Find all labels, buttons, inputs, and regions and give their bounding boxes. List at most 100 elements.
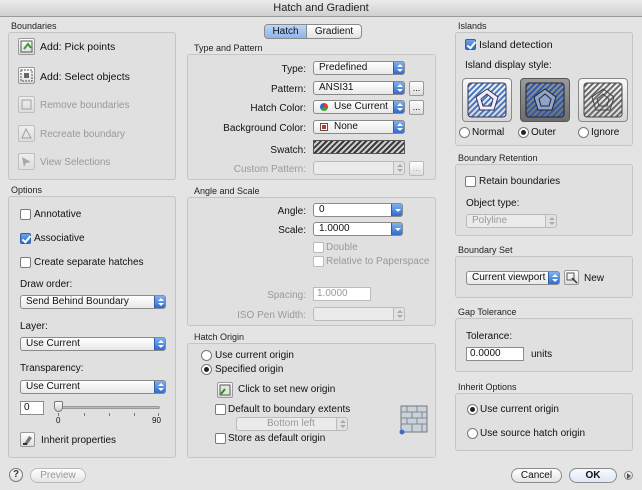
relative-paperspace-label: Relative to Paperspace	[326, 256, 430, 267]
background-color-select[interactable]: None	[313, 120, 405, 134]
gap-tolerance-title: Gap Tolerance	[458, 307, 517, 317]
chevron-updown-icon	[548, 272, 559, 284]
recreate-boundary-icon	[18, 125, 35, 142]
store-default-origin-label: Store as default origin	[228, 433, 326, 444]
island-outer-radio[interactable]	[518, 127, 529, 138]
remove-boundaries-icon	[18, 96, 35, 113]
options-title: Options	[11, 185, 43, 195]
object-type-select[interactable]: Polyline	[466, 214, 557, 228]
island-ignore-radio[interactable]	[578, 127, 589, 138]
boundary-set-select[interactable]: Current viewport	[466, 271, 560, 285]
slider-max-label: 90	[152, 416, 161, 425]
island-detection-checkbox[interactable]	[465, 39, 476, 50]
chevron-updown-icon	[545, 215, 556, 227]
color-wheel-icon	[320, 103, 328, 111]
hatch-color-browse-button[interactable]: ...	[409, 100, 424, 115]
default-boundary-extents-checkbox[interactable]	[215, 404, 226, 415]
spacing-input[interactable]: 1.0000	[313, 287, 371, 301]
slider-tick	[134, 413, 135, 416]
type-select[interactable]: Predefined	[313, 61, 405, 75]
islands-title: Islands	[458, 21, 487, 31]
hatch-color-select[interactable]: Use Current	[313, 100, 405, 114]
boundary-retention-title: Boundary Retention	[458, 153, 538, 163]
inherit-options-title: Inherit Options	[458, 382, 517, 392]
gap-tolerance-group	[455, 318, 633, 372]
ok-button[interactable]: OK	[569, 468, 617, 483]
annotative-checkbox[interactable]	[20, 209, 31, 220]
chevron-updown-icon	[393, 162, 404, 174]
transparency-slider-thumb[interactable]	[54, 401, 63, 412]
default-boundary-extents-label: Default to boundary extents	[228, 404, 351, 415]
tab-hatch[interactable]: Hatch	[265, 25, 306, 38]
slider-tick	[109, 413, 110, 416]
separate-hatches-checkbox[interactable]	[20, 257, 31, 268]
chevron-updown-icon	[154, 381, 165, 393]
scale-label: Scale:	[278, 225, 306, 236]
pattern-select[interactable]: ANSI31	[313, 81, 405, 95]
window-title: Hatch and Gradient	[0, 0, 642, 17]
help-button[interactable]: ?	[9, 468, 23, 482]
tolerance-input[interactable]: 0.0000	[466, 347, 524, 361]
scale-combobox[interactable]: 1.0000	[313, 222, 403, 236]
expand-toggle[interactable]	[624, 471, 633, 480]
island-normal-icon	[467, 82, 507, 118]
transparency-label: Transparency:	[20, 363, 84, 374]
pattern-browse-button[interactable]: ...	[409, 81, 424, 96]
hatch-color-label: Hatch Color:	[250, 103, 306, 114]
associative-checkbox[interactable]	[20, 233, 31, 244]
type-pattern-title: Type and Pattern	[194, 43, 263, 53]
use-current-origin-label: Use current origin	[215, 350, 294, 361]
retain-boundaries-checkbox[interactable]	[465, 176, 476, 187]
background-color-label: Background Color:	[223, 123, 306, 134]
slider-min-label: 0	[56, 416, 61, 425]
double-checkbox[interactable]	[313, 242, 324, 253]
island-style-label: Island display style:	[465, 60, 552, 71]
tab-gradient[interactable]: Gradient	[307, 25, 361, 38]
separate-hatches-label: Create separate hatches	[34, 257, 144, 268]
new-boundary-set-icon	[564, 270, 579, 285]
transparency-slider-track[interactable]	[55, 406, 160, 409]
island-normal-radio[interactable]	[459, 127, 470, 138]
chevron-updown-icon	[154, 338, 165, 350]
inherit-use-current-origin-radio[interactable]	[467, 404, 478, 415]
double-label: Double	[326, 242, 358, 253]
origin-brick-preview-icon	[399, 404, 429, 436]
object-type-label: Object type:	[466, 198, 520, 209]
chevron-updown-icon	[393, 62, 404, 74]
origin-position-select[interactable]: Bottom left	[236, 417, 348, 431]
cancel-button[interactable]: Cancel	[511, 468, 562, 483]
angle-combobox[interactable]: 0	[313, 203, 403, 217]
island-ignore-button[interactable]	[578, 78, 628, 122]
store-default-origin-checkbox[interactable]	[215, 433, 226, 444]
layer-select[interactable]: Use Current	[20, 337, 166, 351]
chevron-updown-icon	[393, 82, 404, 94]
draw-order-select[interactable]: Send Behind Boundary	[20, 295, 166, 309]
inherit-use-source-origin-radio[interactable]	[467, 428, 478, 439]
preview-button[interactable]: Preview	[30, 468, 86, 483]
annotative-label: Annotative	[34, 209, 82, 220]
island-normal-label: Normal	[472, 127, 505, 138]
inherit-use-current-origin-label: Use current origin	[480, 404, 559, 415]
island-detection-label: Island detection	[479, 39, 553, 51]
chevron-updown-icon	[336, 418, 347, 430]
retain-boundaries-label: Retain boundaries	[479, 176, 561, 187]
transparency-select[interactable]: Use Current	[20, 380, 166, 394]
custom-pattern-browse-button[interactable]: ...	[409, 161, 424, 176]
iso-pen-width-select[interactable]	[313, 307, 405, 321]
custom-pattern-select[interactable]	[313, 161, 405, 175]
tolerance-label: Tolerance:	[466, 331, 513, 342]
transparency-value-input[interactable]: 0	[20, 401, 44, 415]
specified-origin-radio[interactable]	[201, 364, 212, 375]
hatch-swatch-preview[interactable]	[313, 140, 405, 154]
relative-paperspace-checkbox[interactable]	[313, 256, 324, 267]
hatch-origin-title: Hatch Origin	[194, 332, 245, 342]
use-current-origin-radio[interactable]	[201, 350, 212, 361]
chevron-updown-icon	[393, 308, 404, 320]
draw-order-label: Draw order:	[20, 279, 73, 290]
pattern-label: Pattern:	[270, 84, 306, 95]
angle-scale-title: Angle and Scale	[194, 186, 260, 196]
island-outer-button[interactable]	[520, 78, 570, 122]
chevron-updown-icon	[154, 296, 165, 308]
island-normal-button[interactable]	[462, 78, 512, 122]
inherit-options-group	[455, 393, 633, 451]
